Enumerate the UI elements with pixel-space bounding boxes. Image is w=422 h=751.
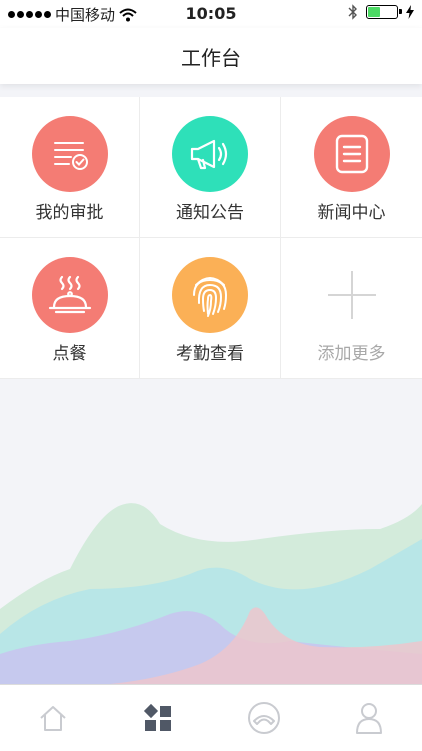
megaphone-icon (172, 116, 248, 192)
tab-phone[interactable] (211, 685, 317, 751)
grid-item-label: 添加更多 (281, 339, 422, 364)
status-right (348, 4, 414, 20)
grid-item-label: 通知公告 (140, 198, 280, 223)
tab-profile[interactable] (317, 685, 422, 751)
food-cloche-icon (32, 257, 108, 333)
grid-item-meal[interactable]: 点餐 (0, 238, 140, 379)
status-bar: 中国移动 10:05 (0, 0, 422, 28)
plus-icon (314, 257, 390, 333)
grid-item-news[interactable]: 新闻中心 (281, 97, 422, 238)
wave-decoration (0, 379, 422, 684)
battery-icon (366, 5, 398, 19)
tab-home[interactable] (0, 685, 106, 751)
nav-header: 工作台 (0, 28, 422, 84)
workbench-grid-icon (143, 703, 173, 733)
news-document-icon (314, 116, 390, 192)
grid-item-label: 我的审批 (0, 198, 139, 223)
user-icon (355, 702, 383, 734)
tab-bar (0, 684, 422, 751)
page-title: 工作台 (0, 42, 422, 71)
home-icon (38, 704, 68, 732)
approval-list-icon (32, 116, 108, 192)
bluetooth-icon (348, 4, 358, 20)
grid-item-approval[interactable]: 我的审批 (0, 97, 140, 238)
grid-item-attendance[interactable]: 考勤查看 (140, 238, 281, 379)
grid-item-add-more[interactable]: 添加更多 (281, 238, 422, 379)
grid-item-notice[interactable]: 通知公告 (140, 97, 281, 238)
phone-icon (247, 701, 281, 735)
charging-icon (406, 5, 414, 19)
grid-item-label: 考勤查看 (140, 339, 280, 364)
fingerprint-icon (172, 257, 248, 333)
workbench-grid: 我的审批 通知公告 新闻中心 (0, 97, 422, 379)
grid-item-label: 点餐 (0, 339, 139, 364)
grid-item-label: 新闻中心 (281, 198, 422, 223)
tab-workbench[interactable] (106, 685, 212, 751)
